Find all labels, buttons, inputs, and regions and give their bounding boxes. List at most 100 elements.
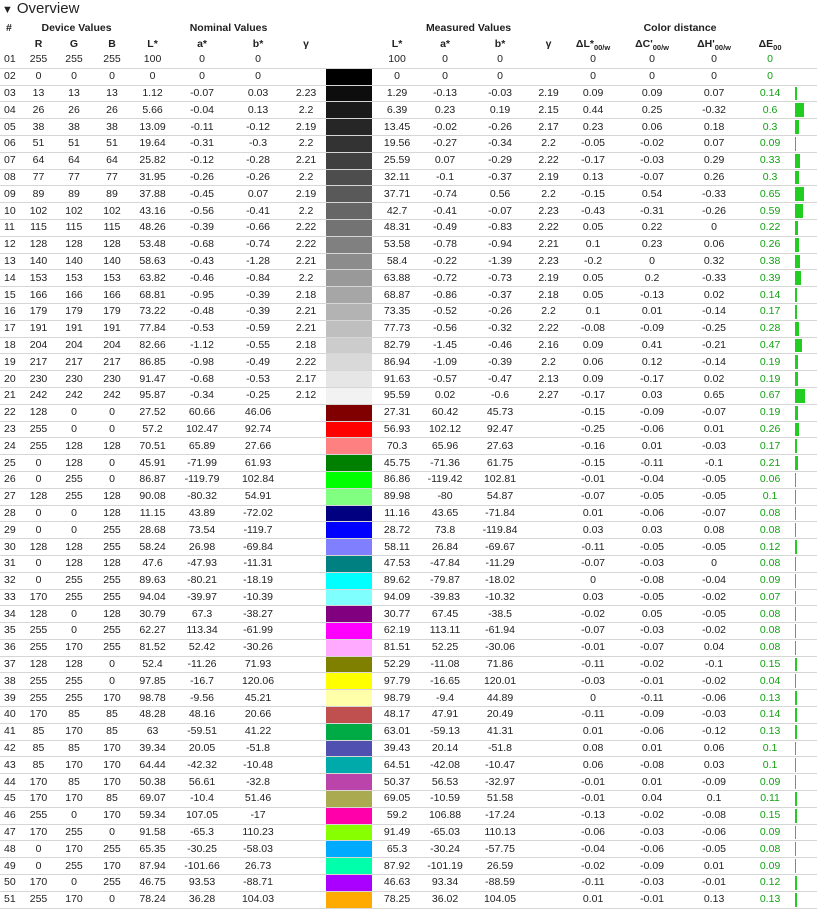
cell-nb: 0 [255, 53, 261, 66]
cell-mb: -0.26 [488, 305, 512, 318]
table-row: 28 0 0 128 11.15 43.89 -72.02 11.16 43.65 -71.84 0… [0, 505, 817, 522]
cell-g: 128 [65, 557, 83, 570]
cell-dh: -0.32 [702, 103, 727, 116]
cell-mg [532, 757, 565, 774]
cell-id: 37 [4, 658, 16, 671]
cell-ng [286, 438, 326, 455]
cell-ma: -0.22 [433, 254, 457, 267]
delta-e-bar [795, 740, 817, 757]
cell-dl: -0.01 [581, 792, 606, 805]
cell-dh: -0.04 [702, 574, 727, 587]
cell-dh: 0.08 [703, 523, 725, 536]
cell-dl: -0.02 [581, 607, 606, 620]
cell-nl: 91.47 [139, 372, 166, 385]
cell-dc: 0.01 [641, 305, 663, 318]
cell-mb: -0.26 [488, 120, 512, 133]
color-swatch [326, 270, 373, 287]
cell-na: -42.32 [187, 758, 217, 771]
delta-e-bar [795, 589, 817, 606]
cell-na: -47.93 [187, 557, 217, 570]
cell-nl: 62.27 [139, 624, 166, 637]
cell-nb: -10.48 [243, 758, 273, 771]
delta-e-bar [795, 303, 817, 320]
delta-e-bar [795, 438, 817, 455]
cell-nb: -61.99 [243, 624, 273, 637]
cell-nl: 95.87 [139, 389, 166, 402]
color-swatch [326, 287, 373, 304]
cell-nl: 48.28 [139, 708, 166, 721]
cell-ng: 2.19 [295, 120, 317, 133]
cell-mb: 44.89 [486, 691, 514, 704]
cell-dc: 0.06 [641, 120, 663, 133]
cell-ma: 93.34 [431, 876, 459, 889]
cell-mb: -0.47 [488, 372, 512, 385]
cell-ng: 2.17 [295, 372, 317, 385]
delta-e-bar [795, 572, 817, 589]
cell-b: 204 [103, 338, 121, 351]
cell-r: 0 [35, 523, 42, 536]
cell-g: 204 [65, 338, 83, 351]
cell-ma: 0.02 [434, 389, 456, 402]
color-swatch [326, 236, 373, 253]
cell-ma: 60.42 [431, 406, 459, 419]
cell-mb: -0.94 [488, 238, 512, 251]
delta-e-bar [795, 219, 817, 236]
cell-ml: 70.3 [386, 439, 408, 452]
cell-ng [286, 807, 326, 824]
cell-id: 23 [4, 422, 16, 435]
cell-r: 13 [32, 86, 45, 99]
cell-nl: 69.07 [139, 792, 166, 805]
color-swatch [326, 219, 373, 236]
cell-mg [532, 52, 565, 68]
cell-id: 14 [4, 271, 16, 284]
col-nominal-b: b* [252, 37, 264, 50]
cell-na: -0.95 [190, 288, 214, 301]
cell-dl: -0.17 [581, 389, 606, 402]
cell-nb: -10.39 [243, 590, 273, 603]
cell-ml: 48.17 [383, 708, 411, 721]
delta-e-bar [795, 841, 817, 858]
cell-nb: 45.21 [244, 691, 272, 704]
cell-mb: -0.03 [488, 86, 512, 99]
cell-dl: 0.1 [585, 305, 601, 318]
cell-id: 07 [4, 154, 16, 167]
cell-de: 0.13 [759, 893, 781, 906]
cell-nl: 57.2 [142, 422, 163, 435]
cell-g: 255 [65, 53, 83, 66]
cell-dc: 0.41 [641, 338, 663, 351]
cell-na: -0.04 [190, 103, 214, 116]
cell-id: 10 [4, 204, 16, 217]
cell-nl: 64.44 [139, 758, 166, 771]
cell-ml: 89.98 [383, 490, 411, 503]
cell-mg: 2.19 [538, 86, 559, 99]
cell-r: 128 [29, 607, 48, 620]
cell-ng [286, 791, 326, 808]
cell-r: 179 [29, 305, 48, 318]
cell-mg [532, 774, 565, 791]
cell-dc: 0.2 [644, 271, 660, 284]
table-row: 37 128 128 0 52.4 -11.26 71.93 52.29 -11.08 71.86… [0, 656, 817, 673]
cell-dh: 0.04 [703, 641, 725, 654]
cell-dl: 0.1 [585, 238, 601, 251]
color-swatch [326, 841, 373, 858]
cell-dh: 0.02 [703, 372, 725, 385]
cell-id: 27 [4, 490, 16, 503]
cell-mb: -69.67 [485, 540, 515, 553]
cell-g: 89 [68, 187, 80, 200]
cell-nl: 48.26 [139, 221, 166, 234]
section-header-overview[interactable]: ▼ Overview [0, 0, 817, 18]
cell-id: 45 [4, 792, 16, 805]
cell-dl: -0.15 [581, 406, 606, 419]
cell-nl: 87.94 [139, 859, 166, 872]
color-swatch [326, 807, 373, 824]
col-delta-l: ΔL*00/w [575, 37, 611, 52]
cell-de: 0 [767, 70, 773, 83]
cell-dl: -0.01 [581, 775, 606, 788]
cell-r: 64 [32, 154, 45, 167]
cell-b: 128 [103, 490, 121, 503]
cell-ml: 28.72 [383, 523, 411, 536]
delta-e-bar [795, 387, 817, 404]
cell-dh: -0.05 [702, 490, 727, 503]
cell-id: 16 [4, 305, 16, 318]
table-row: 09 89 89 89 37.88 -0.45 0.07 2.19 37.71 -0.74 0.56… [0, 186, 817, 203]
